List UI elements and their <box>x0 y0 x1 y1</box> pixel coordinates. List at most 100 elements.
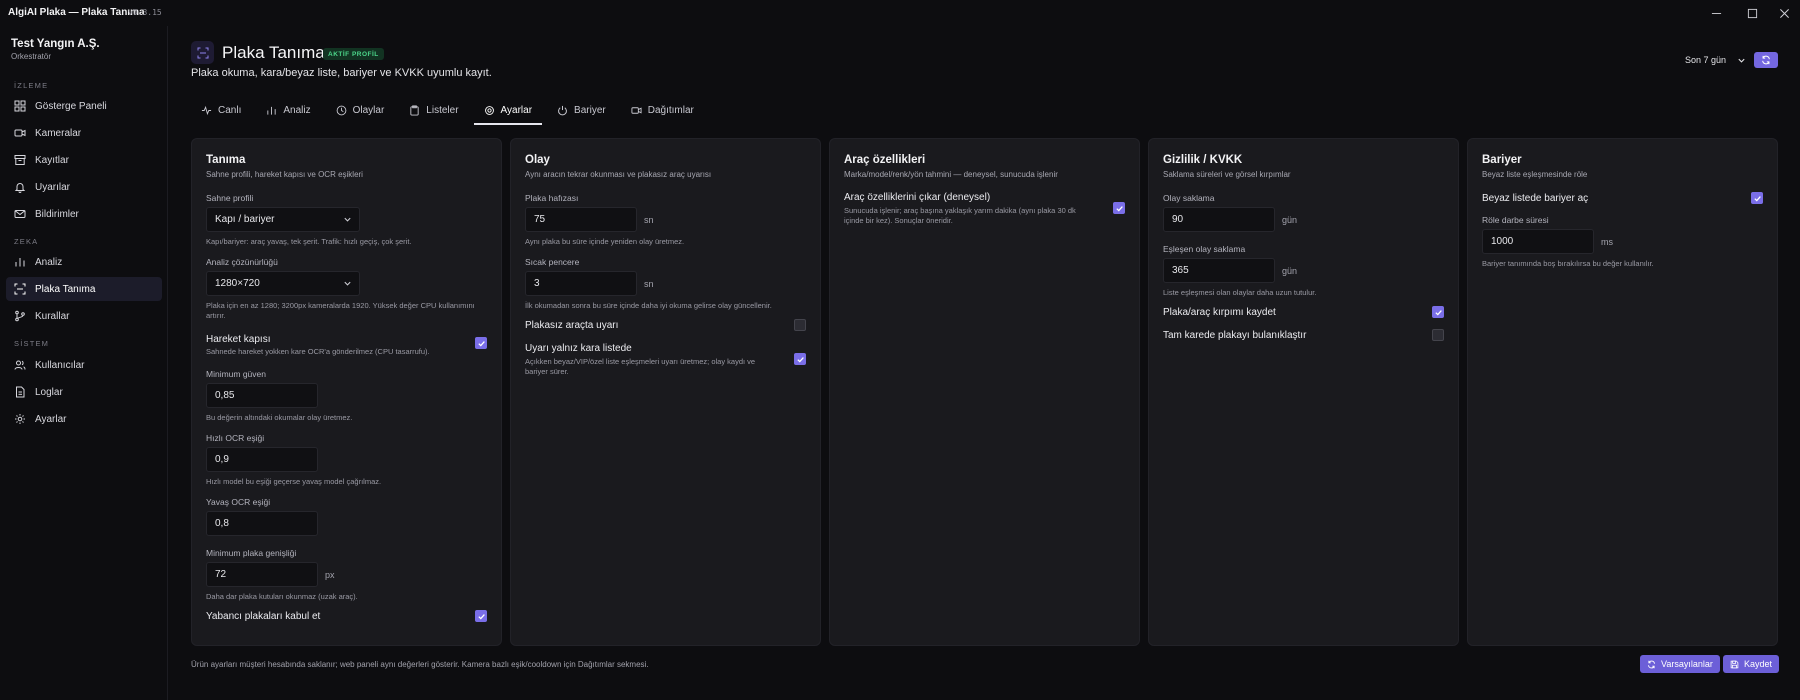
hot-window-input[interactable]: 3 <box>525 271 637 296</box>
window-titlebar: AlgiAI Plaka — Plaka Tanıma v0.3.15 <box>0 0 1800 26</box>
plate-memory-input[interactable]: 75 <box>525 207 637 232</box>
tab-settings[interactable]: Ayarlar <box>473 96 543 125</box>
slow-ocr-label: Yavaş OCR eşiği <box>206 497 271 507</box>
check-icon <box>1115 205 1123 211</box>
sidebar-item-plate[interactable]: Plaka Tanıma <box>6 277 162 301</box>
save-button[interactable]: Kaydet <box>1723 655 1780 673</box>
sidebar-item-dashboard[interactable]: Gösterge Paneli <box>6 94 162 118</box>
grid-icon <box>14 100 26 112</box>
blacklist-only-checkbox[interactable] <box>794 353 806 365</box>
scene-profile-select[interactable]: Kapı / bariyer <box>206 207 360 232</box>
defaults-button[interactable]: Varsayılanlar <box>1640 655 1720 673</box>
card-title: Olay <box>525 154 550 166</box>
match-retention-label: Eşleşen olay saklama <box>1163 244 1246 254</box>
sidebar-section-izleme: İZLEME <box>14 81 49 90</box>
card-title: Gizlilik / KVKK <box>1163 154 1243 166</box>
plate-memory-hint: Aynı plaka bu süre içinde yeniden olay ü… <box>525 237 685 246</box>
sidebar-section-zeka: ZEKA <box>14 237 39 246</box>
save-icon <box>1730 660 1739 668</box>
extract-attributes-checkbox[interactable] <box>1113 202 1125 214</box>
card-subtitle: Beyaz liste eşleşmesinde röle <box>1482 170 1588 179</box>
fast-ocr-input[interactable]: 0,9 <box>206 447 318 472</box>
sidebar-item-records[interactable]: Kayıtlar <box>6 148 162 172</box>
save-crops-checkbox[interactable] <box>1432 306 1444 318</box>
sidebar-item-analysis[interactable]: Analiz <box>6 250 162 274</box>
tab-bar: Canlı Analiz Olaylar Listeler Ayarlar Ba… <box>191 96 709 125</box>
resolution-label: Analiz çözünürlüğü <box>206 257 278 267</box>
relay-pulse-input[interactable]: 1000 <box>1482 229 1594 254</box>
tab-barrier[interactable]: Bariyer <box>547 96 616 124</box>
resolution-select[interactable]: 1280×720 <box>206 271 360 296</box>
page-subtitle: Plaka okuma, kara/beyaz liste, bariyer v… <box>191 67 492 79</box>
whitelist-open-label: Beyaz listede bariyer aç <box>1482 193 1589 204</box>
sidebar-item-label: Kullanıcılar <box>35 359 85 371</box>
min-plate-width-unit: px <box>325 570 335 580</box>
org-role: Orkestratör <box>11 52 52 61</box>
min-confidence-input[interactable]: 0,85 <box>206 383 318 408</box>
sidebar-item-notifications[interactable]: Bildirimler <box>6 202 162 226</box>
motion-gate-checkbox[interactable] <box>475 337 487 349</box>
foreign-plates-checkbox[interactable] <box>475 610 487 622</box>
sidebar-item-alerts[interactable]: Uyarılar <box>6 175 162 199</box>
card-subtitle: Sahne profili, hareket kapısı ve OCR eşi… <box>206 170 363 179</box>
sidebar-item-label: Ayarlar <box>35 413 67 425</box>
sidebar-item-label: Analiz <box>35 256 63 268</box>
fast-ocr-hint: Hızlı model bu eşiği geçerse yavaş model… <box>206 477 382 486</box>
scene-profile-label: Sahne profili <box>206 193 254 203</box>
extract-attributes-label: Araç özelliklerini çıkar (deneysel) <box>844 192 991 203</box>
sidebar-item-settings[interactable]: Ayarlar <box>6 407 162 431</box>
defaults-button-label: Varsayılanlar <box>1661 659 1713 669</box>
motion-gate-hint: Sahnede hareket yokken kare OCR'a gönder… <box>206 347 430 356</box>
tab-live[interactable]: Canlı <box>191 96 251 124</box>
tab-analysis[interactable]: Analiz <box>256 96 320 124</box>
period-select-value: Son 7 gün <box>1685 55 1727 65</box>
sidebar-item-rules[interactable]: Kurallar <box>6 304 162 328</box>
scene-profile-hint: Kapı/bariyer: araç yavaş, tek şerit. Tra… <box>206 237 412 246</box>
resolution-hint: Plaka için en az 1280; 3200px kameralard… <box>206 301 475 320</box>
match-retention-input[interactable]: 365 <box>1163 258 1275 283</box>
hot-window-unit: sn <box>644 279 654 289</box>
bar-chart-icon <box>267 106 276 115</box>
no-plate-alert-label: Plakasız araçta uyarı <box>525 320 619 331</box>
users-icon <box>14 360 26 370</box>
tab-lists[interactable]: Listeler <box>399 96 468 124</box>
extract-attributes-hint: Sunucuda işlenir; araç başına yaklaşık y… <box>844 206 1076 225</box>
chevron-down-icon <box>344 281 351 286</box>
sidebar-item-logs[interactable]: Loglar <box>6 380 162 404</box>
plate-memory-label: Plaka hafızası <box>525 193 579 203</box>
motion-gate-label: Hareket kapısı <box>206 334 271 345</box>
min-plate-width-input[interactable]: 72 <box>206 562 318 587</box>
save-button-label: Kaydet <box>1744 659 1773 669</box>
blur-plate-checkbox[interactable] <box>1432 329 1444 341</box>
chevron-down-icon <box>344 217 351 222</box>
sidebar-item-label: Loglar <box>35 386 63 398</box>
window-title: AlgiAI Plaka — Plaka Tanıma <box>8 7 145 18</box>
blacklist-only-hint: Açıkken beyaz/VIP/özel liste eşleşmeleri… <box>525 357 756 376</box>
match-retention-unit: gün <box>1282 266 1298 276</box>
minimize-button[interactable] <box>1706 4 1726 22</box>
sidebar-item-users[interactable]: Kullanıcılar <box>6 353 162 377</box>
plate-memory-unit: sn <box>644 215 654 225</box>
no-plate-alert-checkbox[interactable] <box>794 319 806 331</box>
period-select[interactable]: Son 7 gün <box>1679 51 1751 69</box>
close-button[interactable] <box>1774 4 1794 22</box>
scan-icon <box>14 283 26 295</box>
card-title: Bariyer <box>1482 154 1522 166</box>
check-icon <box>796 356 804 362</box>
tab-label: Ayarlar <box>500 104 533 116</box>
sidebar-item-cameras[interactable]: Kameralar <box>6 121 162 145</box>
tab-deployments[interactable]: Dağıtımlar <box>621 96 704 124</box>
maximize-button[interactable] <box>1742 4 1762 22</box>
refresh-button[interactable] <box>1754 52 1778 68</box>
relay-pulse-label: Röle darbe süresi <box>1482 215 1549 225</box>
check-icon <box>477 340 485 346</box>
page-title: Plaka Tanıma <box>222 43 325 62</box>
event-retention-input[interactable]: 90 <box>1163 207 1275 232</box>
slow-ocr-input[interactable]: 0,8 <box>206 511 318 536</box>
whitelist-open-checkbox[interactable] <box>1751 192 1763 204</box>
min-plate-width-label: Minimum plaka genişliği <box>206 548 297 558</box>
sidebar-item-label: Plaka Tanıma <box>35 283 96 295</box>
tab-events[interactable]: Olaylar <box>326 96 395 124</box>
resolution-value: 1280×720 <box>215 278 260 289</box>
fast-ocr-label: Hızlı OCR eşiği <box>206 433 265 443</box>
